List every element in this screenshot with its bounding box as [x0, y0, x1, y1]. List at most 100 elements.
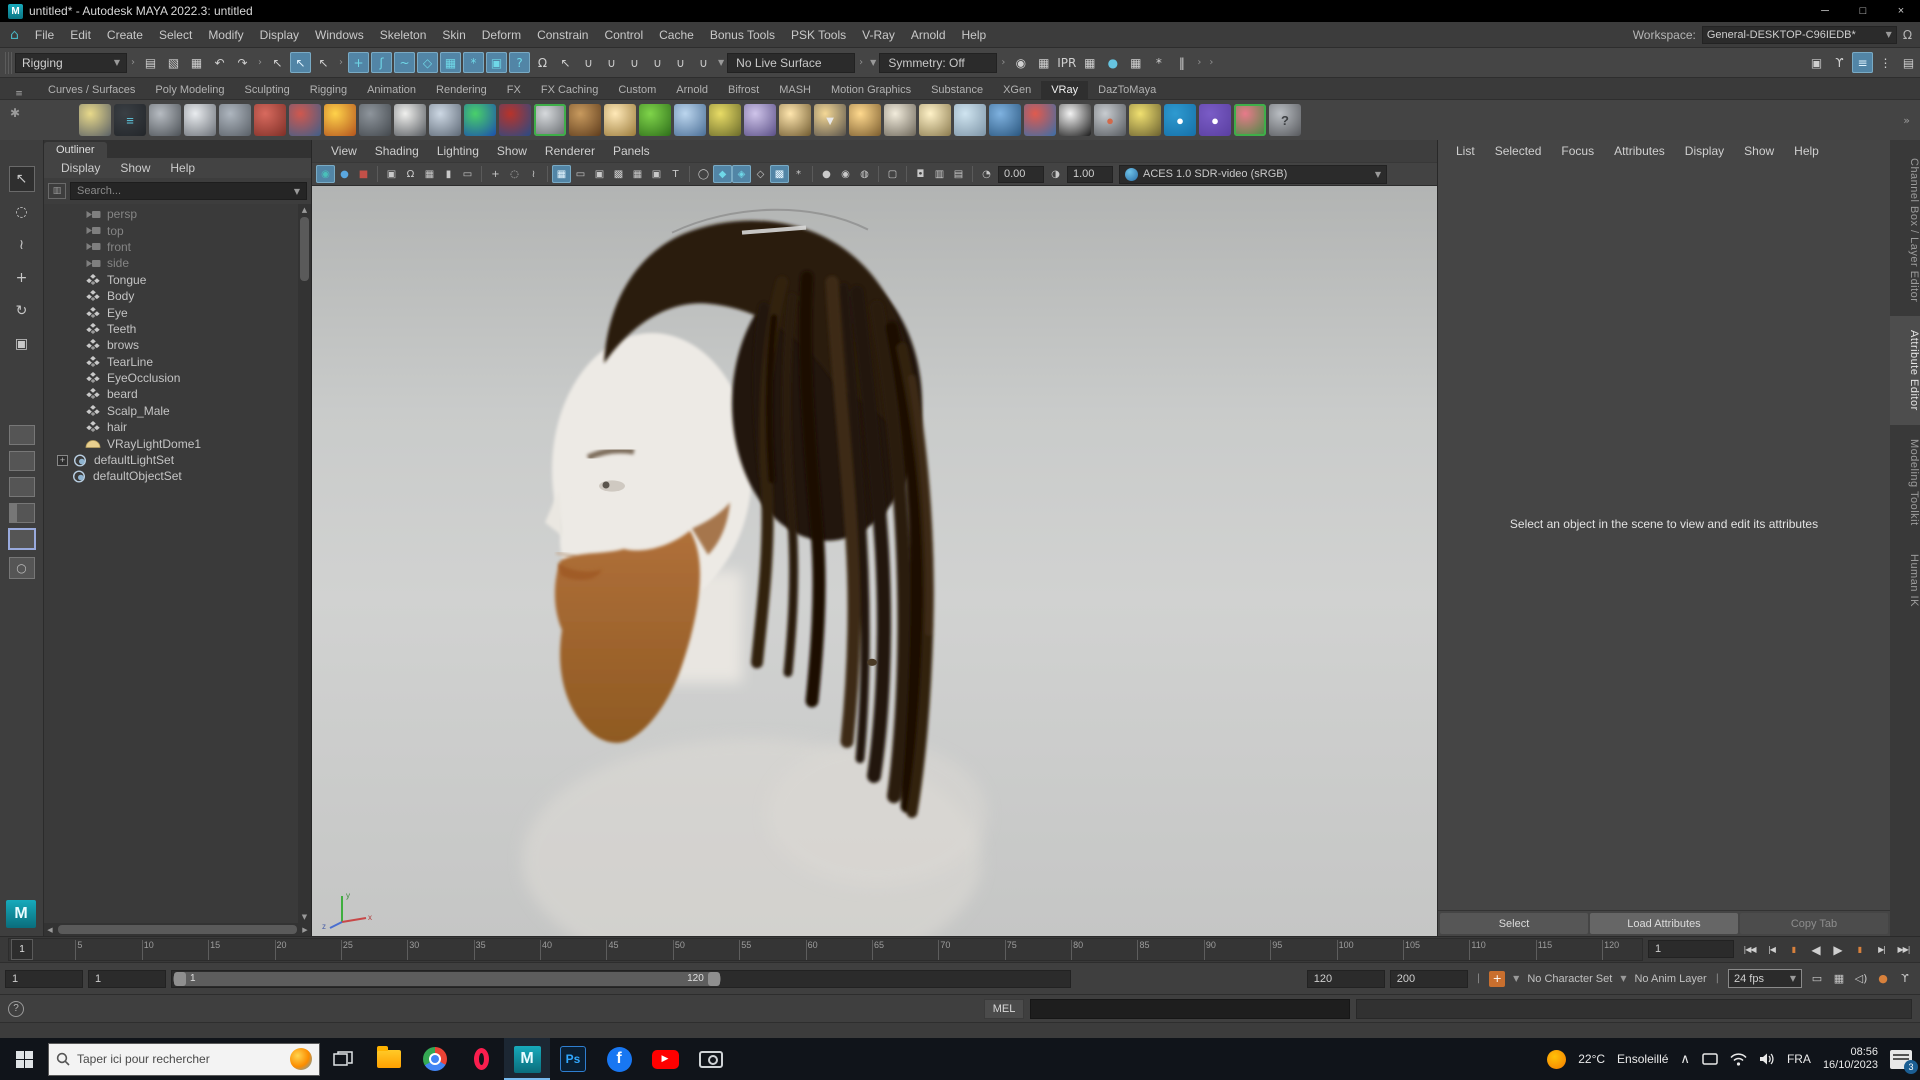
select-by-hierarchy-icon[interactable]: ↖	[267, 52, 288, 73]
safe-title-icon[interactable]: T	[666, 165, 685, 183]
chevron-down-icon[interactable]: ▼	[715, 58, 727, 67]
select-by-component-icon[interactable]: ↖	[313, 52, 334, 73]
clip-plane-icon[interactable]: ▤	[949, 165, 968, 183]
channel-box-icon[interactable]: ▤	[1898, 52, 1919, 73]
menu-display[interactable]: Display	[252, 28, 307, 42]
shelf-overflow-icon[interactable]: »	[1903, 114, 1916, 127]
section-collapse-icon[interactable]: ›	[997, 57, 1009, 68]
scroll-up-icon[interactable]: ▲	[302, 204, 307, 216]
side-tab-attribute-editor[interactable]: Attribute Editor	[1890, 316, 1920, 426]
vray-notes-icon[interactable]	[184, 104, 216, 136]
fps-dropdown[interactable]: 24 fps ▼	[1728, 969, 1802, 988]
tray-clock[interactable]: 08:56 16/10/2023	[1823, 1046, 1878, 1072]
vray-rect-light-icon[interactable]: ▼	[814, 104, 846, 136]
smooth-shade-icon[interactable]: ◆	[713, 165, 732, 183]
shelf-tab-rigging[interactable]: Rigging	[300, 81, 357, 99]
vray-sphere-light-icon[interactable]	[849, 104, 881, 136]
vray-cone-sphere-icon[interactable]	[429, 104, 461, 136]
symmetry-field[interactable]: Symmetry: Off	[879, 52, 998, 73]
outliner-item-side[interactable]: side	[44, 255, 298, 271]
outliner-item-defaultobjectset[interactable]: defaultObjectSet	[44, 468, 298, 484]
menu-cache[interactable]: Cache	[651, 28, 702, 42]
shelf-menu-icon[interactable]: ≡	[15, 89, 23, 99]
view-transform-dropdown[interactable]: ACES 1.0 SDR-video (sRGB) ▼	[1119, 164, 1387, 184]
outliner-item-hair[interactable]: hair	[44, 419, 298, 435]
open-scene-icon[interactable]: ▧	[163, 52, 184, 73]
scrollbar-thumb[interactable]	[58, 925, 297, 934]
outliner-item-tearline[interactable]: TearLine	[44, 354, 298, 370]
outliner-item-body[interactable]: Body	[44, 288, 298, 304]
attr-menu-show[interactable]: Show	[1734, 144, 1784, 158]
save-scene-icon[interactable]: ▦	[186, 52, 207, 73]
play-forwards-button[interactable]: ▶	[1827, 940, 1848, 960]
vray-wood-texture-icon[interactable]	[569, 104, 601, 136]
playback-start-field[interactable]: 1	[88, 969, 166, 988]
shelf-tab-sculpting[interactable]: Sculpting	[235, 81, 300, 99]
attribute-editor-icon[interactable]: ≡	[1852, 52, 1873, 73]
viewport-menu-panels[interactable]: Panels	[604, 144, 659, 158]
xray-icon[interactable]: ▩	[770, 165, 789, 183]
outliner-item-beard[interactable]: beard	[44, 386, 298, 402]
select-button[interactable]: Select	[1440, 913, 1588, 934]
grid-toggle-icon[interactable]: ▦	[552, 165, 571, 183]
move-tool-button[interactable]: +	[9, 265, 35, 291]
outliner-item-top[interactable]: top	[44, 222, 298, 238]
menu-arnold[interactable]: Arnold	[903, 28, 954, 42]
field-chart-icon[interactable]: ▦	[628, 165, 647, 183]
wifi-icon[interactable]	[1730, 1052, 1747, 1066]
vray-fire-icon[interactable]	[324, 104, 356, 136]
outliner-item-eye[interactable]: Eye	[44, 304, 298, 320]
vray-help-icon[interactable]: ?	[1269, 104, 1301, 136]
menu-skin[interactable]: Skin	[434, 28, 473, 42]
section-collapse-icon[interactable]: ›	[254, 57, 266, 68]
attr-menu-attributes[interactable]: Attributes	[1604, 144, 1675, 158]
shelf-tab-animation[interactable]: Animation	[357, 81, 426, 99]
select-camera-icon[interactable]: ▣	[382, 165, 401, 183]
select-joints-icon[interactable]: ʃ	[371, 52, 392, 73]
shelf-tab-rendering[interactable]: Rendering	[426, 81, 497, 99]
open-render-view-icon[interactable]: ◉	[1010, 52, 1031, 73]
shelf-tab-fx-caching[interactable]: FX Caching	[531, 81, 608, 99]
chevron-down-icon[interactable]: ▼	[1510, 974, 1522, 983]
vray-flakes-icon[interactable]	[674, 104, 706, 136]
outliner-vertical-scrollbar[interactable]: ▲ ▼	[298, 204, 311, 923]
grip-handle[interactable]	[5, 51, 12, 74]
shelf-tab-poly-modeling[interactable]: Poly Modeling	[145, 81, 234, 99]
make-object-live-icon[interactable]: ∪	[693, 52, 714, 73]
scrollbar-thumb[interactable]	[300, 217, 309, 281]
outliner-item-brows[interactable]: brows	[44, 337, 298, 353]
taskbar-maya-icon[interactable]: M	[504, 1038, 550, 1080]
range-slider-track[interactable]: 1 120	[171, 969, 1071, 988]
outliner-menu-help[interactable]: Help	[161, 161, 204, 175]
mute-audio-icon[interactable]: ◁)	[1851, 970, 1871, 988]
menu-set-dropdown[interactable]: Rigging ▼	[15, 52, 127, 73]
vray-spot-light-icon[interactable]	[884, 104, 916, 136]
menu-bonus-tools[interactable]: Bonus Tools	[702, 28, 783, 42]
select-surfaces-icon[interactable]: ◇	[417, 52, 438, 73]
outliner-item-defaultlightset[interactable]: + defaultLightSet	[44, 452, 298, 468]
image-plane-icon[interactable]: ▭	[458, 165, 477, 183]
playback-end-field[interactable]: 120	[1306, 969, 1385, 988]
select-tool-button[interactable]: ↖	[8, 166, 35, 192]
outliner-menu-show[interactable]: Show	[111, 161, 159, 175]
range-slider-bar[interactable]: 1 120	[173, 971, 721, 986]
vray-physical-camera-icon[interactable]	[254, 104, 286, 136]
camera-attributes-icon[interactable]: ▦	[420, 165, 439, 183]
layout-four-view-button[interactable]	[8, 477, 35, 497]
chevron-down-icon[interactable]: ▼	[867, 58, 879, 67]
light-editor-icon[interactable]: *	[1148, 52, 1169, 73]
shelf-gear-icon[interactable]: ✱	[10, 106, 20, 120]
home-icon[interactable]: ⌂	[0, 27, 27, 43]
menu-edit[interactable]: Edit	[62, 28, 99, 42]
live-surface-field[interactable]: No Live Surface	[727, 52, 856, 73]
shadows-icon[interactable]: ●	[817, 165, 836, 183]
menu-select[interactable]: Select	[151, 28, 200, 42]
vray-paper-icon[interactable]	[394, 104, 426, 136]
textured-icon[interactable]: ◈	[732, 165, 751, 183]
vray-frame-buffer-icon[interactable]: ●	[1094, 104, 1126, 136]
menu-modify[interactable]: Modify	[200, 28, 251, 42]
menu-help[interactable]: Help	[954, 28, 995, 42]
taskbar-chrome-icon[interactable]	[412, 1038, 458, 1080]
current-frame-field[interactable]: 1	[1648, 940, 1734, 958]
snap-to-grids-icon[interactable]: ∪	[578, 52, 599, 73]
